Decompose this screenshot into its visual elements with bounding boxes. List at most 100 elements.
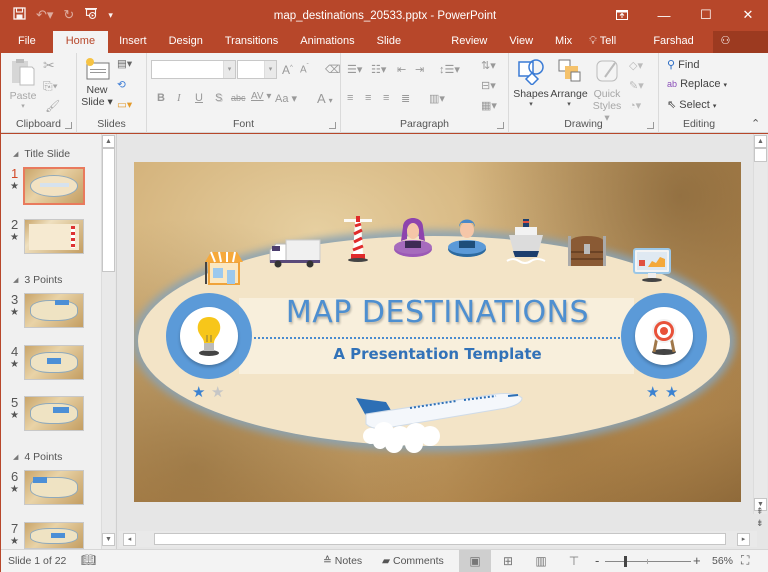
line-spacing-button[interactable]: ↕☰▾ — [439, 63, 460, 76]
increase-indent-button[interactable]: ⇥ — [415, 63, 424, 76]
zoom-slider[interactable] — [605, 556, 691, 567]
align-right-button[interactable]: ≡ — [383, 92, 389, 104]
previous-slide-icon[interactable]: ⇞ — [756, 506, 764, 517]
character-spacing-button[interactable]: AV ▾ — [251, 91, 271, 102]
user-account[interactable]: Farshad I... — [647, 31, 712, 68]
italic-button[interactable]: I — [177, 92, 181, 104]
tab-transitions[interactable]: Transitions — [214, 31, 289, 53]
ribbon-display-options-icon[interactable] — [601, 1, 643, 29]
clear-formatting-icon[interactable]: ⌫ — [325, 63, 341, 76]
tab-home[interactable]: Home — [52, 31, 109, 53]
tab-mix[interactable]: Mix — [544, 31, 583, 53]
font-name-box[interactable]: ▾ — [151, 60, 236, 79]
collapse-ribbon-icon[interactable]: ⌃ — [751, 117, 760, 130]
copy-icon[interactable]: ⎘▾ — [43, 79, 58, 94]
tab-design[interactable]: Design — [158, 31, 214, 53]
section-4-points[interactable]: 4 Points — [13, 451, 62, 463]
slide-show-button[interactable]: ⊤ — [558, 550, 590, 572]
shapes-button[interactable]: Shapes ▾ — [513, 57, 549, 108]
scroll-up-icon[interactable]: ▲ — [102, 135, 115, 148]
slide-sorter-button[interactable]: ⊞ — [492, 550, 524, 572]
next-slide-icon[interactable]: ⇟ — [756, 518, 764, 529]
select-button[interactable]: ⇖ Select ▾ — [667, 98, 716, 111]
strikethrough-button[interactable]: abc — [231, 93, 246, 103]
font-color-button[interactable]: A ▾ — [317, 91, 333, 106]
shrink-font-button[interactable]: Aˇ — [300, 64, 309, 75]
underline-button[interactable]: U — [195, 92, 203, 104]
scroll-thumb[interactable] — [154, 533, 726, 545]
spell-check-icon[interactable]: 📖︎ — [81, 553, 96, 567]
slide-thumbnail-1[interactable] — [23, 167, 85, 205]
slide-canvas[interactable]: MAP DESTINATIONS A Presentation Template… — [134, 162, 741, 502]
paragraph-dialog-launcher[interactable] — [497, 122, 504, 129]
scroll-right-icon[interactable]: ▸ — [737, 533, 750, 546]
fit-to-window-icon[interactable]: ⛶ — [741, 553, 749, 568]
tab-file[interactable]: File — [1, 31, 53, 53]
reset-icon[interactable]: ⟲ — [117, 79, 126, 91]
paste-button[interactable]: Paste ▾ — [7, 57, 39, 110]
normal-view-button[interactable]: ▣ — [459, 550, 491, 572]
share-button[interactable]: ⚇ Share — [712, 31, 768, 68]
slide-horizontal-scrollbar[interactable]: ◂ ▸ — [119, 531, 757, 547]
tab-review[interactable]: Review — [440, 31, 498, 53]
chevron-down-icon[interactable]: ▾ — [223, 61, 235, 78]
reading-view-button[interactable]: ▥ — [525, 550, 557, 572]
scroll-thumb[interactable] — [102, 148, 115, 272]
thumbnails-scrollbar[interactable]: ▲ ▼ — [101, 134, 115, 549]
comments-button[interactable]: ▰ Comments — [382, 555, 444, 567]
slide-thumbnail-7[interactable] — [24, 522, 84, 549]
tab-insert[interactable]: Insert — [108, 31, 158, 53]
scroll-up-icon[interactable]: ▲ — [754, 135, 767, 148]
slide-thumbnail-4[interactable] — [24, 345, 84, 380]
notes-button[interactable]: ≙ Notes — [323, 555, 362, 567]
new-slide-button[interactable]: New Slide ▾ — [81, 57, 113, 108]
zoom-out-button[interactable]: - — [595, 553, 599, 568]
chevron-down-icon[interactable]: ▾ — [264, 61, 276, 78]
align-left-button[interactable]: ≡ — [347, 92, 353, 104]
shadow-button[interactable]: S — [215, 92, 222, 104]
layout-icon[interactable]: ▤▾ — [117, 58, 132, 70]
decrease-indent-button[interactable]: ⇤ — [397, 63, 406, 76]
drawing-dialog-launcher[interactable] — [647, 122, 654, 129]
format-painter-icon[interactable]: 🖌︎ — [45, 99, 60, 113]
tell-me-box[interactable]: 💡︎ Tell me... — [583, 31, 647, 68]
scroll-down-icon[interactable]: ▼ — [102, 533, 115, 546]
shape-fill-button[interactable]: ◇▾ — [629, 59, 643, 72]
slide-scrollbar[interactable]: ▲ ▼ — [753, 134, 767, 514]
tab-view[interactable]: View — [498, 31, 544, 53]
cut-icon[interactable]: ✂ — [43, 57, 55, 74]
smartart-button[interactable]: ▦▾ — [481, 99, 497, 112]
clipboard-dialog-launcher[interactable] — [65, 122, 72, 129]
replace-button[interactable]: ab Replace ▾ — [667, 78, 727, 90]
minimize-icon[interactable]: — — [643, 1, 685, 29]
shape-outline-button[interactable]: ✎▾ — [629, 79, 644, 92]
scroll-left-icon[interactable]: ◂ — [123, 533, 136, 546]
text-direction-button[interactable]: ⇅▾ — [481, 59, 496, 72]
find-button[interactable]: ⚲ Find — [667, 58, 700, 71]
tab-slide-show[interactable]: Slide Show — [366, 31, 441, 68]
grow-font-button[interactable]: A^ — [282, 63, 293, 77]
zoom-in-button[interactable]: + — [693, 553, 701, 568]
slide-counter[interactable]: Slide 1 of 22 — [8, 555, 66, 567]
section-title-slide[interactable]: Title Slide — [13, 148, 70, 160]
section-3-points[interactable]: 3 Points — [13, 274, 62, 286]
section-icon[interactable]: ▭▾ — [117, 99, 132, 111]
font-size-box[interactable]: ▾ — [237, 60, 277, 79]
pane-divider[interactable] — [116, 134, 117, 549]
scroll-thumb[interactable] — [754, 148, 767, 162]
slide-thumbnail-3[interactable] — [24, 293, 84, 328]
bullets-button[interactable]: ☰▾ — [347, 63, 362, 76]
zoom-level[interactable]: 56% — [712, 555, 733, 567]
slide-thumbnail-5[interactable] — [24, 396, 84, 431]
close-icon[interactable]: ✕ — [727, 1, 768, 29]
slide-thumbnail-6[interactable] — [24, 470, 84, 505]
quick-styles-button[interactable]: Quick Styles ▾ — [589, 57, 625, 124]
change-case-button[interactable]: Aa ▾ — [275, 92, 297, 105]
tab-animations[interactable]: Animations — [289, 31, 365, 53]
numbering-button[interactable]: ☷▾ — [371, 63, 386, 76]
justify-button[interactable]: ≣ — [401, 92, 410, 105]
slide-thumbnail-2[interactable] — [24, 219, 84, 254]
align-center-button[interactable]: ≡ — [365, 92, 371, 104]
zoom-slider-handle[interactable] — [624, 556, 627, 567]
arrange-button[interactable]: Arrange ▾ — [549, 57, 589, 108]
